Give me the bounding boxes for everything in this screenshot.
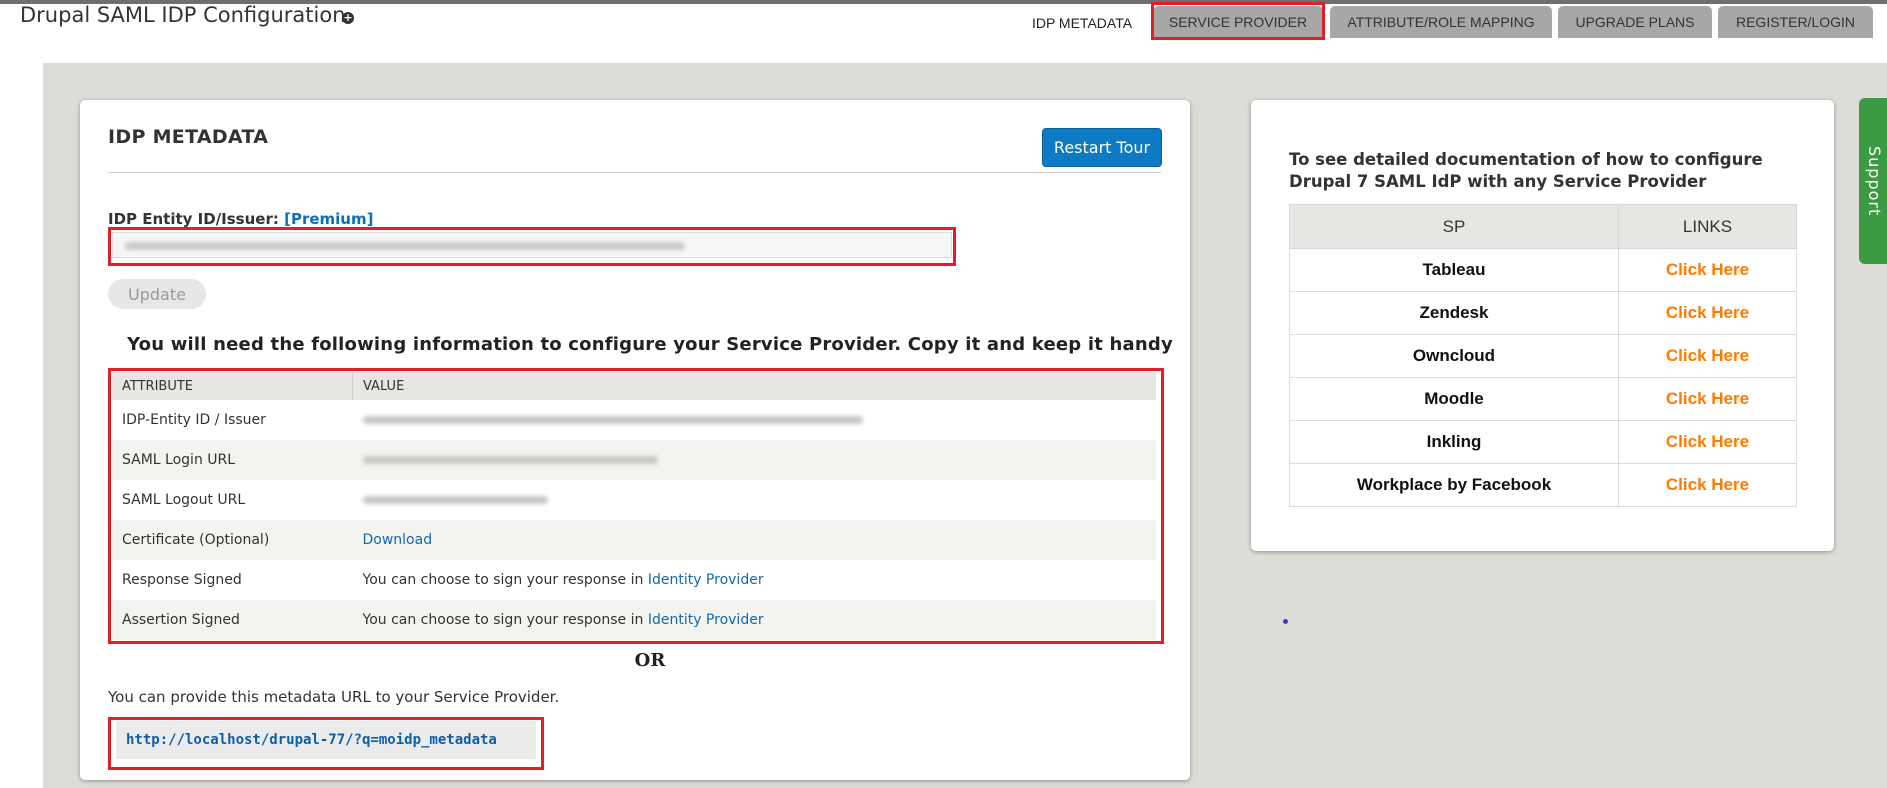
update-button[interactable]: Update xyxy=(108,279,206,309)
sp-name: Tableau xyxy=(1289,248,1619,292)
column-header-value: VALUE xyxy=(352,372,1156,400)
column-header-attribute: ATTRIBUTE xyxy=(112,372,353,400)
idp-metadata-card: IDP METADATA Restart Tour IDP Entity ID/… xyxy=(80,100,1190,780)
sp-name: Owncloud xyxy=(1289,334,1619,378)
sp-name: Inkling xyxy=(1289,420,1619,464)
table-row: Zendesk Click Here xyxy=(1289,291,1797,335)
tab-register-login[interactable]: REGISTER/LOGIN xyxy=(1718,6,1873,38)
blurred-value xyxy=(362,456,658,464)
metadata-url-link[interactable]: http://localhost/drupal-77/?q=moidp_meta… xyxy=(116,721,536,759)
documentation-heading: To see detailed documentation of how to … xyxy=(1289,150,1763,191)
table-header-row: ATTRIBUTE VALUE xyxy=(112,372,1156,400)
value-cell xyxy=(352,440,1156,480)
value-cell xyxy=(353,400,1157,440)
identity-provider-link[interactable]: Identity Provider xyxy=(648,612,764,628)
click-here-link[interactable]: Click Here xyxy=(1618,377,1797,421)
sp-name: Moodle xyxy=(1289,377,1619,421)
table-row: Inkling Click Here xyxy=(1289,420,1797,464)
table-header-row: SP LINKS xyxy=(1289,204,1797,249)
decorative-dot xyxy=(1283,619,1288,624)
card-title: IDP METADATA xyxy=(108,126,269,148)
table-row: Assertion Signed You can choose to sign … xyxy=(112,600,1156,640)
identity-provider-link[interactable]: Identity Provider xyxy=(648,572,764,588)
table-row: Response Signed You can choose to sign y… xyxy=(112,560,1156,600)
value-text: You can choose to sign your response in xyxy=(362,572,644,588)
table-row: Moodle Click Here xyxy=(1289,377,1797,421)
sp-links-table: SP LINKS Tableau Click Here Zendesk Click … xyxy=(1289,204,1797,507)
value-cell: You can choose to sign your response in … xyxy=(352,600,1156,640)
app-title: Drupal SAML IDP Configuration xyxy=(20,3,346,27)
click-here-link[interactable]: Click Here xyxy=(1618,248,1797,292)
value-text: You can choose to sign your response in xyxy=(362,612,644,628)
premium-badge: [Premium] xyxy=(284,210,374,228)
support-tab[interactable]: Support xyxy=(1859,98,1887,264)
divider xyxy=(108,172,1161,173)
download-certificate-link[interactable]: Download xyxy=(363,532,433,548)
tab-service-provider[interactable]: SERVICE PROVIDER xyxy=(1153,6,1323,38)
table-row: IDP-Entity ID / Issuer xyxy=(112,400,1156,440)
documentation-card: To see detailed documentation of how to … xyxy=(1251,100,1834,551)
info-heading: You will need the following information … xyxy=(127,334,1173,355)
table-row: SAML Logout URL xyxy=(112,480,1156,520)
blurred-value xyxy=(362,496,548,504)
entity-id-input[interactable] xyxy=(112,232,952,258)
value-cell: You can choose to sign your response in … xyxy=(353,560,1157,600)
metadata-note: You can provide this metadata URL to you… xyxy=(108,688,560,706)
click-here-link[interactable]: Click Here xyxy=(1618,420,1797,464)
blurred-value xyxy=(125,242,685,250)
attribute-cell: Certificate (Optional) xyxy=(112,520,353,560)
column-header-sp: SP xyxy=(1289,204,1619,249)
sp-name: Zendesk xyxy=(1289,291,1619,335)
attribute-cell: Response Signed xyxy=(122,572,242,588)
attribute-cell: IDP-Entity ID / Issuer xyxy=(122,412,266,428)
blurred-value xyxy=(362,416,863,424)
table-row: Certificate (Optional) Download xyxy=(112,520,1156,560)
tab-upgrade-plans[interactable]: UPGRADE PLANS xyxy=(1558,6,1712,38)
entity-id-label: IDP Entity ID/Issuer: [Premium] xyxy=(108,210,373,228)
value-cell: Download xyxy=(352,520,1156,560)
sp-name: Workplace by Facebook xyxy=(1289,463,1619,507)
attribute-cell: Assertion Signed xyxy=(112,600,353,640)
add-shortcut-icon[interactable]: + xyxy=(342,12,354,24)
click-here-link[interactable]: Click Here xyxy=(1618,463,1797,507)
tab-attribute-role-mapping[interactable]: ATTRIBUTE/ROLE MAPPING xyxy=(1330,6,1552,38)
column-header-links: LINKS xyxy=(1618,204,1797,249)
attribute-cell: SAML Logout URL xyxy=(122,492,246,508)
table-row: Tableau Click Here xyxy=(1289,248,1797,292)
restart-tour-button[interactable]: Restart Tour xyxy=(1042,128,1162,167)
value-cell xyxy=(353,480,1157,520)
tab-idp-metadata[interactable]: IDP METADATA xyxy=(1007,6,1157,40)
attribute-cell: SAML Login URL xyxy=(112,440,353,480)
or-separator: OR xyxy=(634,650,666,671)
entity-id-label-text: IDP Entity ID/Issuer: xyxy=(108,210,279,228)
click-here-link[interactable]: Click Here xyxy=(1618,291,1797,335)
table-row: Workplace by Facebook Click Here xyxy=(1289,463,1797,507)
table-row: SAML Login URL xyxy=(112,440,1156,480)
click-here-link[interactable]: Click Here xyxy=(1618,334,1797,378)
support-label: Support xyxy=(1865,146,1884,217)
metadata-table: ATTRIBUTE VALUE IDP-Entity ID / Issuer S… xyxy=(112,372,1156,640)
table-row: Owncloud Click Here xyxy=(1289,334,1797,378)
